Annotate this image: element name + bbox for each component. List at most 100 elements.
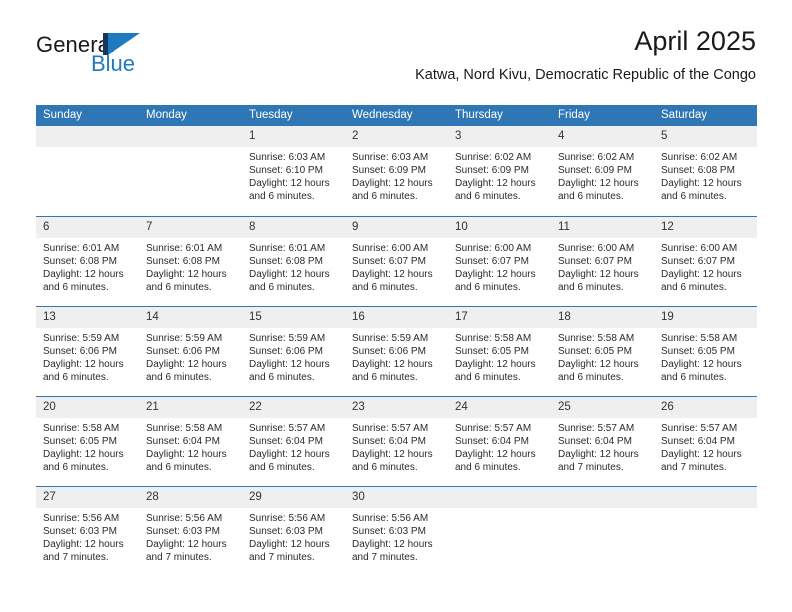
- sunrise-time: Sunrise: 5:57 AM: [352, 422, 429, 434]
- calendar-day-cell[interactable]: 16 Sunrise: 5:59 AM Sunset: 6:06 PM Dayligh…: [345, 305, 448, 396]
- calendar-day-cell[interactable]: 7 Sunrise: 6:01 AM Sunset: 6:08 PM Daylight…: [139, 215, 242, 306]
- day-cell-body: 14 Sunrise: 5:59 AM Sunset: 6:06 PM Dayligh…: [139, 306, 242, 396]
- daylight-duration-line1: Daylight: 12 hours: [661, 448, 742, 460]
- day-number: [139, 126, 242, 147]
- day-cell-body: 23 Sunrise: 5:57 AM Sunset: 6:04 PM Dayligh…: [345, 396, 448, 486]
- daylight-duration-line1: Daylight: 12 hours: [146, 538, 227, 550]
- calendar-day-cell[interactable]: 27 Sunrise: 5:56 AM Sunset: 6:03 PM Dayligh…: [36, 485, 139, 576]
- day-details: [448, 508, 551, 512]
- calendar-day-cell[interactable]: 12 Sunrise: 6:00 AM Sunset: 6:07 PM Dayligh…: [654, 215, 757, 306]
- day-cell-body: 30 Sunrise: 5:56 AM Sunset: 6:03 PM Dayligh…: [345, 486, 448, 576]
- calendar-day-cell[interactable]: 21 Sunrise: 5:58 AM Sunset: 6:04 PM Dayligh…: [139, 395, 242, 486]
- day-cell-body: 28 Sunrise: 5:56 AM Sunset: 6:03 PM Dayligh…: [139, 486, 242, 576]
- weekday-header-tuesday: Tuesday: [242, 105, 345, 126]
- day-details: Sunrise: 5:56 AM Sunset: 6:03 PM Daylight:…: [345, 508, 448, 564]
- calendar-week-row: 6 Sunrise: 6:01 AM Sunset: 6:08 PM Daylight…: [36, 215, 757, 306]
- daylight-duration-line1: Daylight: 12 hours: [661, 358, 742, 370]
- day-number: 21: [139, 396, 242, 418]
- sunset-time: Sunset: 6:04 PM: [146, 435, 220, 447]
- sunset-time: Sunset: 6:05 PM: [43, 435, 117, 447]
- day-details: Sunrise: 6:00 AM Sunset: 6:07 PM Daylight:…: [654, 238, 757, 294]
- day-details: Sunrise: 5:57 AM Sunset: 6:04 PM Daylight:…: [654, 418, 757, 474]
- day-details: Sunrise: 6:03 AM Sunset: 6:09 PM Daylight:…: [345, 147, 448, 203]
- calendar-day-cell[interactable]: 2 Sunrise: 6:03 AM Sunset: 6:09 PM Daylight…: [345, 126, 448, 216]
- calendar-day-cell[interactable]: 24 Sunrise: 5:57 AM Sunset: 6:04 PM Dayligh…: [448, 395, 551, 486]
- day-number: 25: [551, 396, 654, 418]
- calendar-day-cell[interactable]: 30 Sunrise: 5:56 AM Sunset: 6:03 PM Dayligh…: [345, 485, 448, 576]
- sunset-time: Sunset: 6:03 PM: [146, 525, 220, 537]
- sunrise-time: Sunrise: 6:00 AM: [455, 242, 532, 254]
- calendar-day-cell[interactable]: 26 Sunrise: 5:57 AM Sunset: 6:04 PM Dayligh…: [654, 395, 757, 486]
- calendar-day-cell[interactable]: 20 Sunrise: 5:58 AM Sunset: 6:05 PM Dayligh…: [36, 395, 139, 486]
- day-details: Sunrise: 5:56 AM Sunset: 6:03 PM Daylight:…: [36, 508, 139, 564]
- calendar-day-cell[interactable]: 4 Sunrise: 6:02 AM Sunset: 6:09 PM Daylight…: [551, 126, 654, 216]
- daylight-duration-line2: and 6 minutes.: [249, 461, 315, 473]
- sunset-time: Sunset: 6:03 PM: [43, 525, 117, 537]
- calendar-day-cell[interactable]: 28 Sunrise: 5:56 AM Sunset: 6:03 PM Dayligh…: [139, 485, 242, 576]
- day-details: Sunrise: 5:59 AM Sunset: 6:06 PM Daylight:…: [345, 328, 448, 384]
- calendar-day-cell[interactable]: 10 Sunrise: 6:00 AM Sunset: 6:07 PM Dayligh…: [448, 215, 551, 306]
- sunset-time: Sunset: 6:07 PM: [661, 255, 735, 267]
- calendar-day-cell[interactable]: 29 Sunrise: 5:56 AM Sunset: 6:03 PM Dayligh…: [242, 485, 345, 576]
- calendar-day-cell[interactable]: 8 Sunrise: 6:01 AM Sunset: 6:08 PM Daylight…: [242, 215, 345, 306]
- day-cell-body: 19 Sunrise: 5:58 AM Sunset: 6:05 PM Dayligh…: [654, 306, 757, 396]
- calendar-day-cell[interactable]: 6 Sunrise: 6:01 AM Sunset: 6:08 PM Daylight…: [36, 215, 139, 306]
- day-cell-body: [654, 486, 757, 576]
- sunset-time: Sunset: 6:07 PM: [558, 255, 632, 267]
- day-number: 28: [139, 486, 242, 508]
- day-number: 8: [242, 216, 345, 238]
- calendar-day-cell: [551, 485, 654, 576]
- sunset-time: Sunset: 6:06 PM: [249, 345, 323, 357]
- calendar-day-cell[interactable]: 14 Sunrise: 5:59 AM Sunset: 6:06 PM Dayligh…: [139, 305, 242, 396]
- calendar-day-cell[interactable]: 13 Sunrise: 5:59 AM Sunset: 6:06 PM Dayligh…: [36, 305, 139, 396]
- calendar-day-cell[interactable]: 1 Sunrise: 6:03 AM Sunset: 6:10 PM Daylight…: [242, 126, 345, 216]
- day-cell-body: 9 Sunrise: 6:00 AM Sunset: 6:07 PM Daylight…: [345, 216, 448, 306]
- sunrise-time: Sunrise: 5:57 AM: [558, 422, 635, 434]
- daylight-duration-line2: and 6 minutes.: [455, 281, 521, 293]
- daylight-duration-line2: and 6 minutes.: [352, 191, 418, 203]
- day-cell-body: 26 Sunrise: 5:57 AM Sunset: 6:04 PM Dayligh…: [654, 396, 757, 486]
- day-details: Sunrise: 6:02 AM Sunset: 6:08 PM Daylight:…: [654, 147, 757, 203]
- sunset-time: Sunset: 6:04 PM: [455, 435, 529, 447]
- daylight-duration-line1: Daylight: 12 hours: [455, 358, 536, 370]
- daylight-duration-line2: and 6 minutes.: [43, 281, 109, 293]
- daylight-duration-line1: Daylight: 12 hours: [455, 268, 536, 280]
- day-number: 20: [36, 396, 139, 418]
- day-details: Sunrise: 5:58 AM Sunset: 6:05 PM Daylight:…: [551, 328, 654, 384]
- weekday-header-sunday: Sunday: [36, 105, 139, 126]
- day-number: 6: [36, 216, 139, 238]
- day-cell-body: 18 Sunrise: 5:58 AM Sunset: 6:05 PM Dayligh…: [551, 306, 654, 396]
- day-details: Sunrise: 6:02 AM Sunset: 6:09 PM Daylight:…: [448, 147, 551, 203]
- sunrise-sunset-calendar: Sunday Monday Tuesday Wednesday Thursday…: [36, 105, 757, 576]
- day-number: 19: [654, 306, 757, 328]
- daylight-duration-line2: and 7 minutes.: [146, 551, 212, 563]
- calendar-day-cell[interactable]: 25 Sunrise: 5:57 AM Sunset: 6:04 PM Dayligh…: [551, 395, 654, 486]
- title-block: April 2025 Katwa, Nord Kivu, Democratic …: [196, 24, 756, 86]
- day-number: 30: [345, 486, 448, 508]
- day-details: Sunrise: 5:57 AM Sunset: 6:04 PM Daylight:…: [242, 418, 345, 474]
- day-cell-body: 24 Sunrise: 5:57 AM Sunset: 6:04 PM Dayligh…: [448, 396, 551, 486]
- calendar-day-cell[interactable]: 18 Sunrise: 5:58 AM Sunset: 6:05 PM Dayligh…: [551, 305, 654, 396]
- sunrise-time: Sunrise: 6:02 AM: [661, 152, 738, 163]
- sunrise-time: Sunrise: 5:58 AM: [146, 422, 223, 434]
- logo-text-blue: Blue: [91, 51, 136, 76]
- calendar-day-cell[interactable]: 15 Sunrise: 5:59 AM Sunset: 6:06 PM Dayligh…: [242, 305, 345, 396]
- daylight-duration-line1: Daylight: 12 hours: [352, 178, 433, 190]
- day-number: 10: [448, 216, 551, 238]
- calendar-day-cell[interactable]: 5 Sunrise: 6:02 AM Sunset: 6:08 PM Daylight…: [654, 126, 757, 216]
- calendar-day-cell[interactable]: 19 Sunrise: 5:58 AM Sunset: 6:05 PM Dayligh…: [654, 305, 757, 396]
- calendar-day-cell[interactable]: 17 Sunrise: 5:58 AM Sunset: 6:05 PM Dayligh…: [448, 305, 551, 396]
- calendar-day-cell[interactable]: 23 Sunrise: 5:57 AM Sunset: 6:04 PM Dayligh…: [345, 395, 448, 486]
- day-details: Sunrise: 5:56 AM Sunset: 6:03 PM Daylight:…: [139, 508, 242, 564]
- daylight-duration-line2: and 7 minutes.: [661, 461, 727, 473]
- calendar-day-cell[interactable]: 22 Sunrise: 5:57 AM Sunset: 6:04 PM Dayligh…: [242, 395, 345, 486]
- calendar-day-cell[interactable]: 11 Sunrise: 6:00 AM Sunset: 6:07 PM Dayligh…: [551, 215, 654, 306]
- sunset-time: Sunset: 6:09 PM: [455, 165, 529, 177]
- daylight-duration-line1: Daylight: 12 hours: [661, 178, 742, 190]
- calendar-day-cell[interactable]: 3 Sunrise: 6:02 AM Sunset: 6:09 PM Daylight…: [448, 126, 551, 216]
- sunset-time: Sunset: 6:04 PM: [661, 435, 735, 447]
- calendar-page: General Blue April 2025 Katwa, Nord Kivu…: [0, 0, 792, 612]
- daylight-duration-line1: Daylight: 12 hours: [249, 178, 330, 190]
- day-number: 3: [448, 126, 551, 147]
- calendar-day-cell[interactable]: 9 Sunrise: 6:00 AM Sunset: 6:07 PM Daylight…: [345, 215, 448, 306]
